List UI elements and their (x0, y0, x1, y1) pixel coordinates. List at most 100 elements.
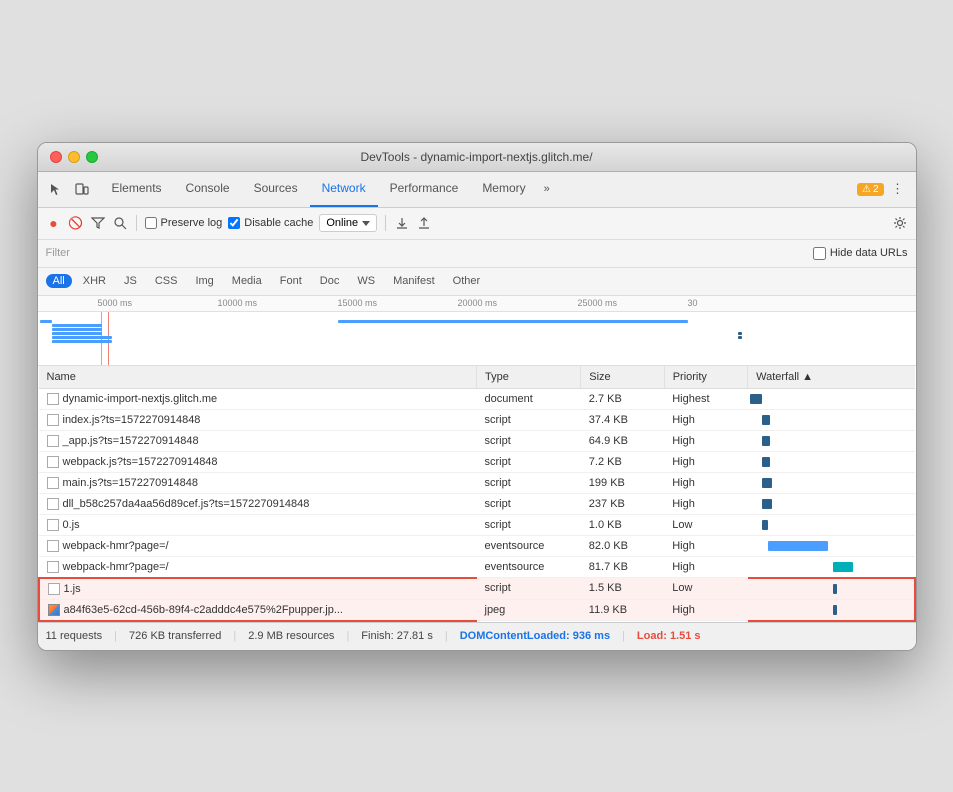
row-type: script (477, 514, 581, 535)
requests-count: 11 requests (46, 630, 103, 642)
row-priority: Low (664, 578, 747, 600)
tab-memory[interactable]: Memory (470, 171, 537, 207)
col-header-type: Type (477, 366, 581, 389)
doc-icon (47, 414, 59, 426)
row-priority: Highest (664, 388, 747, 409)
row-size: 199 KB (581, 472, 664, 493)
tab-elements[interactable]: Elements (100, 171, 174, 207)
table-row[interactable]: 0.jsscript1.0 KBLow (39, 514, 915, 535)
type-filter-ws[interactable]: WS (350, 274, 382, 288)
search-icon[interactable] (112, 215, 128, 231)
type-filter-media[interactable]: Media (225, 274, 269, 288)
row-priority: High (664, 430, 747, 451)
table-row[interactable]: main.js?ts=1572270914848script199 KBHigh (39, 472, 915, 493)
tab-overflow[interactable]: » (538, 179, 556, 199)
minimize-button[interactable] (68, 151, 80, 163)
doc-icon (48, 583, 60, 595)
row-priority: High (664, 556, 747, 578)
separator (136, 215, 137, 231)
preserve-log-checkbox[interactable]: Preserve log (145, 217, 223, 229)
table-row[interactable]: 1.jsscript1.5 KBLow (39, 578, 915, 600)
row-type: script (477, 430, 581, 451)
maximize-button[interactable] (86, 151, 98, 163)
table-row[interactable]: dll_b58c257da4aa56d89cef.js?ts=157227091… (39, 493, 915, 514)
row-name: webpack-hmr?page=/ (39, 535, 477, 556)
more-options-icon[interactable]: ⋮ (888, 179, 908, 199)
disable-cache-checkbox[interactable]: Disable cache (228, 217, 313, 229)
row-priority: Low (664, 514, 747, 535)
tl-bar-1 (40, 320, 52, 323)
clear-icon[interactable]: 🚫 (68, 215, 84, 231)
dom-loaded-value: 936 ms (573, 630, 610, 642)
network-toolbar: ● 🚫 Preserve log Disable cache Online (38, 208, 916, 240)
throttle-selector[interactable]: Online (319, 214, 377, 232)
settings-icon[interactable] (892, 215, 908, 231)
row-name: index.js?ts=1572270914848 (39, 409, 477, 430)
ruler-15000: 15000 ms (338, 298, 378, 308)
cursor-icon[interactable] (46, 179, 66, 199)
tab-console[interactable]: Console (174, 171, 242, 207)
network-table-container: Name Type Size Priority Waterfall ▲ dyna… (38, 366, 916, 622)
timeline-marker-red (108, 312, 109, 366)
export-har-icon[interactable] (416, 215, 432, 231)
row-size: 1.5 KB (581, 578, 664, 600)
separator2 (385, 215, 386, 231)
type-filter-doc[interactable]: Doc (313, 274, 347, 288)
load-value: 1.51 s (670, 630, 701, 642)
tl-bar-1js (738, 332, 742, 335)
type-filter-js[interactable]: JS (117, 274, 144, 288)
network-table: Name Type Size Priority Waterfall ▲ dyna… (38, 366, 916, 622)
table-row[interactable]: dynamic-import-nextjs.glitch.medocument2… (39, 388, 915, 409)
table-row[interactable]: index.js?ts=1572270914848script37.4 KBHi… (39, 409, 915, 430)
timeline-ruler: 5000 ms 10000 ms 15000 ms 20000 ms 25000… (38, 296, 916, 312)
tab-network[interactable]: Network (310, 171, 378, 207)
table-row[interactable]: webpack-hmr?page=/eventsource82.0 KBHigh (39, 535, 915, 556)
table-row[interactable]: webpack-hmr?page=/eventsource81.7 KBHigh (39, 556, 915, 578)
filter-icon[interactable] (90, 215, 106, 231)
row-type: document (477, 388, 581, 409)
row-waterfall (748, 409, 915, 430)
doc-icon (47, 393, 59, 405)
tab-performance[interactable]: Performance (378, 171, 471, 207)
row-size: 64.9 KB (581, 430, 664, 451)
row-waterfall (748, 388, 915, 409)
row-type: script (477, 451, 581, 472)
type-filter-font[interactable]: Font (273, 274, 309, 288)
doc-icon (47, 519, 59, 531)
col-header-waterfall: Waterfall ▲ (748, 366, 915, 389)
timeline-marker-blue (101, 312, 102, 366)
hide-data-urls-checkbox[interactable] (813, 247, 826, 260)
row-size: 82.0 KB (581, 535, 664, 556)
ruler-25000: 25000 ms (578, 298, 618, 308)
type-filter-all[interactable]: All (46, 274, 72, 288)
type-filter-xhr[interactable]: XHR (76, 274, 113, 288)
tab-sources[interactable]: Sources (242, 171, 310, 207)
row-waterfall (748, 578, 915, 600)
warning-badge[interactable]: ⚠ 2 (857, 183, 884, 196)
type-filter-img[interactable]: Img (188, 274, 220, 288)
tl-bar-img (738, 336, 742, 339)
dom-content-loaded: DOMContentLoaded: 936 ms (460, 630, 610, 642)
type-filter-css[interactable]: CSS (148, 274, 185, 288)
image-icon (48, 604, 60, 616)
device-toolbar-icon[interactable] (72, 179, 92, 199)
table-row[interactable]: webpack.js?ts=1572270914848script7.2 KBH… (39, 451, 915, 472)
type-filter-manifest[interactable]: Manifest (386, 274, 442, 288)
tab-icons-right: ⚠ 2 ⋮ (857, 179, 908, 199)
type-filter-other[interactable]: Other (446, 274, 488, 288)
transferred: 726 KB transferred (129, 630, 221, 642)
col-header-name: Name (39, 366, 477, 389)
record-icon[interactable]: ● (46, 215, 62, 231)
devtools-tab-bar: Elements Console Sources Network Perform… (38, 172, 916, 208)
table-row[interactable]: _app.js?ts=1572270914848script64.9 KBHig… (39, 430, 915, 451)
close-button[interactable] (50, 151, 62, 163)
doc-icon (47, 435, 59, 447)
tl-bar-4 (52, 332, 102, 335)
import-har-icon[interactable] (394, 215, 410, 231)
tl-bar-2 (52, 324, 102, 327)
table-row[interactable]: a84f63e5-62cd-456b-89f4-c2adddc4e575%2Fp… (39, 599, 915, 621)
filter-bar: Filter Hide data URLs (38, 240, 916, 268)
row-name: main.js?ts=1572270914848 (39, 472, 477, 493)
doc-icon (47, 477, 59, 489)
row-name: dll_b58c257da4aa56d89cef.js?ts=157227091… (39, 493, 477, 514)
